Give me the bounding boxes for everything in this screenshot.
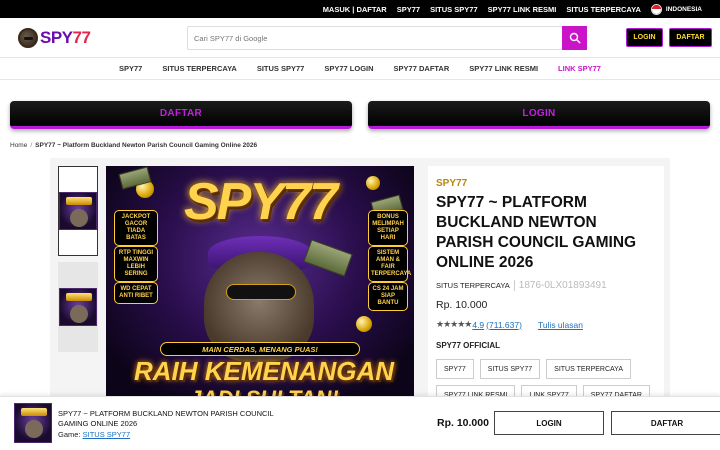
product-price: Rp. 10.000 <box>436 299 488 311</box>
header-login-button[interactable]: LOGIN <box>626 28 663 47</box>
product-title: SPY77 ~ PLATFORM BUCKLAND NEWTON PARISH … <box>436 194 637 271</box>
breadcrumb-current: SPY77 ~ Platform Buckland Newton Parish … <box>35 142 258 149</box>
logo-wordmark: SPY77 <box>40 28 91 47</box>
product-thumbnails <box>58 166 100 358</box>
language-selector[interactable]: INDONESIA <box>650 3 702 15</box>
nav-item-spy77-login[interactable]: SPY77 LOGIN <box>314 64 383 73</box>
thumbnail-1[interactable] <box>58 166 98 256</box>
nav-item-link-spy77[interactable]: LINK SPY77 <box>548 64 611 73</box>
cash-fan-decoration <box>303 239 353 277</box>
thumbnail-2[interactable] <box>58 262 98 352</box>
coin-decoration <box>356 316 372 332</box>
hero-badge-sistem: SISTEM AMAN & FAIR TERPERCAYA <box>368 246 411 282</box>
hero-badge-cs: CS 24 JAM SIAP BANTU <box>368 282 408 311</box>
sticky-game-label: Game: <box>58 430 81 439</box>
site-logo[interactable]: SPY77 <box>18 26 91 50</box>
star-rating-icon: ★★★★★ <box>436 319 472 329</box>
product-category: SITUS TERPERCAYA <box>436 281 510 290</box>
hero-logo: SPY77 <box>184 173 338 231</box>
breadcrumb: Home / SPY77 ~ Platform Buckland Newton Pa… <box>10 142 257 149</box>
thumbnail-image <box>59 192 97 230</box>
sticky-game-link[interactable]: SITUS SPY77 <box>83 430 131 439</box>
topbar-link-spy77[interactable]: SPY77 <box>397 5 420 14</box>
write-review-link[interactable]: Tulis ulasan <box>538 320 583 330</box>
sticky-product-title: SPY77 ~ PLATFORM BUCKLAND NEWTON PARISH … <box>58 409 274 428</box>
nav-item-spy77-daftar[interactable]: SPY77 DAFTAR <box>384 64 460 73</box>
coin-decoration <box>366 176 380 190</box>
indonesia-flag-icon <box>650 3 662 15</box>
topbar-link-masuk-daftar[interactable]: MASUK | DAFTAR <box>323 5 387 14</box>
top-bar: MASUK | DAFTAR SPY77 SITUS SPY77 SPY77 L… <box>0 0 720 18</box>
hero-badge-rtp: RTP TINGGI MAXWIN LEBIH SERING <box>114 246 158 282</box>
sticky-product-thumbnail <box>14 403 52 443</box>
hero-badge-wd: WD CEPAT ANTI RIBET <box>114 282 158 304</box>
search-icon <box>569 32 581 44</box>
chip-situs-spy77[interactable]: SITUS SPY77 <box>479 359 541 379</box>
mascot-sunglasses <box>226 284 296 300</box>
nav-item-spy77-link-resmi[interactable]: SPY77 LINK RESMI <box>459 64 548 73</box>
language-label: INDONESIA <box>665 5 702 13</box>
sticky-purchase-bar: SPY77 ~ PLATFORM BUCKLAND NEWTON PARISH … <box>0 396 720 450</box>
official-label: SPY77 OFFICIAL <box>436 341 501 350</box>
chip-spy77[interactable]: SPY77 <box>436 359 474 379</box>
product-brand[interactable]: SPY77 <box>436 178 656 189</box>
product-info: SPY77 SPY77 ~ PLATFORM BUCKLAND NEWTON P… <box>428 166 664 405</box>
mascot-logo-icon <box>18 28 38 48</box>
search-button[interactable] <box>562 26 587 50</box>
product-rating: ★★★★★ 4.9 (711.637) Tulis ulasan <box>436 319 656 330</box>
rating-value-link[interactable]: 4.9 <box>472 320 484 330</box>
sticky-price: Rp. 10.000 <box>437 417 489 429</box>
product-main-image[interactable]: SPY77 JACKPOT GACOR TIADA BATAS RTP TING… <box>106 166 414 398</box>
hero-badge-jackpot: JACKPOT GACOR TIADA BATAS <box>114 210 158 246</box>
nav-item-situs-terpercaya[interactable]: SITUS TERPERCAYA <box>152 64 246 73</box>
breadcrumb-separator: / <box>30 142 33 149</box>
product-meta: SITUS TERPERCAYA 1876-0LX01893491 <box>436 280 656 291</box>
nav-item-spy77[interactable]: SPY77 <box>109 64 152 73</box>
site-header: SPY77 LOGIN DAFTAR <box>0 18 720 58</box>
hero-ribbon: MAIN CERDAS, MENANG PUAS! <box>160 342 360 356</box>
topbar-link-situs-spy77[interactable]: SITUS SPY77 <box>430 5 478 14</box>
product-sku: 1876-0LX01893491 <box>513 280 607 291</box>
search-input[interactable] <box>188 27 558 49</box>
review-count-link[interactable]: (711.637) <box>486 320 522 330</box>
nav-item-situs-spy77[interactable]: SITUS SPY77 <box>247 64 315 73</box>
topbar-link-situs-terpercaya[interactable]: SITUS TERPERCAYA <box>566 5 640 14</box>
hero-headline: RAIH KEMENANGAN <box>134 356 394 386</box>
login-cta-button[interactable]: LOGIN <box>368 101 710 129</box>
thumbnail-image <box>59 288 97 326</box>
daftar-cta-button[interactable]: DAFTAR <box>10 101 352 129</box>
hero-badge-bonus: BONUS MELIMPAH SETIAP HARI <box>368 210 408 246</box>
topbar-link-spy77-link-resmi[interactable]: SPY77 LINK RESMI <box>488 5 557 14</box>
main-nav: SPY77 SITUS TERPERCAYA SITUS SPY77 SPY77… <box>0 58 720 80</box>
sticky-register-button[interactable]: DAFTAR <box>611 411 720 435</box>
sticky-login-button[interactable]: LOGIN <box>494 411 604 435</box>
search-box <box>187 26 587 50</box>
header-register-button[interactable]: DAFTAR <box>669 28 712 47</box>
chip-situs-terpercaya[interactable]: SITUS TERPERCAYA <box>546 359 632 379</box>
breadcrumb-home[interactable]: Home <box>10 142 27 149</box>
sticky-game-info: Game: SITUS SPY77 <box>58 430 130 439</box>
